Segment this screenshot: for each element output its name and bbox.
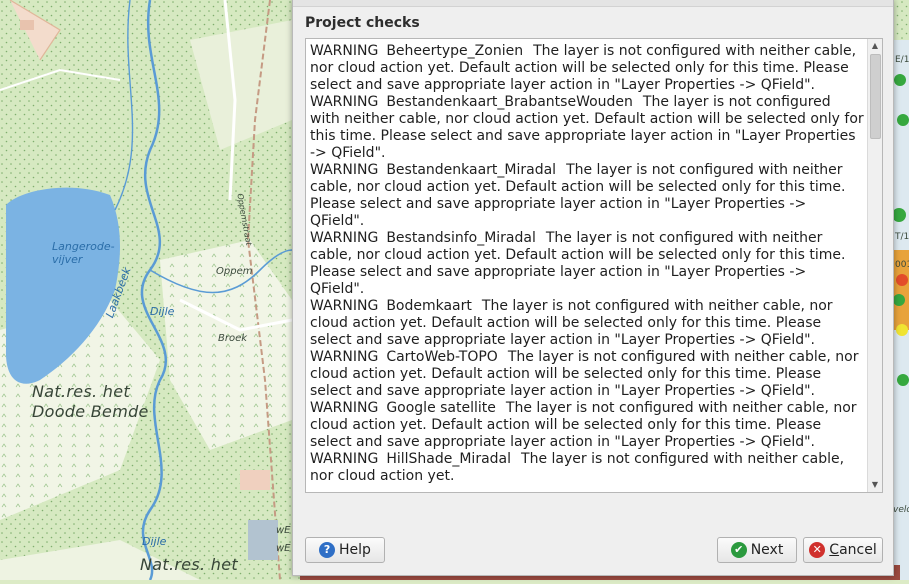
map-label-lake: Langerode- vijver bbox=[52, 240, 115, 266]
check-layer: Google satellite bbox=[386, 400, 496, 416]
check-entry: WARNING Bestandenkaart_BrabantseWouden The… bbox=[310, 94, 864, 162]
check-layer: CartoWeb-TOPO bbox=[386, 349, 498, 365]
check-level: WARNING bbox=[310, 230, 379, 246]
check-layer: Bodemkaart bbox=[386, 298, 472, 314]
check-entry: WARNING Beheertype_Zonien The layer is not… bbox=[310, 43, 864, 94]
help-button[interactable]: ? Help bbox=[305, 537, 385, 563]
check-entry: WARNING CartoWeb-TOPO The layer is not con… bbox=[310, 349, 864, 400]
check-level: WARNING bbox=[310, 162, 379, 178]
check-layer: HillShade_Miradal bbox=[386, 451, 512, 467]
check-entry: WARNING Bestandsinfo_Miradal The layer is … bbox=[310, 230, 864, 298]
check-entry: WARNING Bodemkaart The layer is not config… bbox=[310, 298, 864, 349]
map-label-dijle-2: Dijle bbox=[142, 535, 167, 548]
map-label-oppem: Oppem bbox=[216, 266, 253, 277]
help-icon: ? bbox=[319, 542, 336, 558]
check-level: WARNING bbox=[310, 451, 379, 467]
cancel-mnemonic: C bbox=[829, 542, 840, 558]
map-label-doode-bemde: Doode Bemde bbox=[32, 402, 149, 421]
cancel-icon: ✕ bbox=[809, 542, 826, 558]
map-label-edge-4: velo bbox=[893, 505, 909, 515]
map-label-edge-2: T/14 bbox=[895, 232, 909, 242]
map-label-natres-2: Nat.res. het bbox=[140, 555, 238, 574]
project-checks-content: WARNING Beheertype_Zonien The layer is not… bbox=[310, 43, 864, 485]
check-layer: Bestandenkaart_BrabantseWouden bbox=[386, 94, 633, 110]
help-button-label: Help bbox=[339, 542, 371, 558]
cancel-label-rest: ancel bbox=[839, 542, 877, 558]
package-for-qfield-dialog: Project checks WARNING Beheertype_Zonien T… bbox=[292, 0, 894, 576]
next-button-label: Next bbox=[750, 542, 784, 558]
section-title: Project checks bbox=[305, 15, 420, 31]
map-label-edge-3: 001 bbox=[895, 260, 909, 270]
check-level: WARNING bbox=[310, 298, 379, 314]
check-layer: Bestandenkaart_Miradal bbox=[386, 162, 557, 178]
scroll-down-arrow-icon[interactable]: ▼ bbox=[868, 478, 882, 492]
check-entry: WARNING HillShade_Miradal The layer is not… bbox=[310, 451, 864, 485]
map-label-we-2: wE bbox=[276, 543, 291, 554]
checks-scrollbar[interactable]: ▲ ▼ bbox=[867, 39, 882, 492]
scrollbar-thumb[interactable] bbox=[870, 54, 881, 139]
map-label-broek: Broek bbox=[218, 333, 248, 344]
check-icon: ✔ bbox=[730, 542, 747, 558]
map-label-natres-1: Nat.res. het bbox=[32, 382, 130, 401]
project-checks-log[interactable]: WARNING Beheertype_Zonien The layer is not… bbox=[305, 38, 883, 493]
check-level: WARNING bbox=[310, 94, 379, 110]
check-layer: Beheertype_Zonien bbox=[386, 43, 524, 59]
map-label-dijle-1: Dijle bbox=[150, 305, 175, 318]
check-level: WARNING bbox=[310, 43, 379, 59]
cancel-button-label: Cancel bbox=[829, 542, 876, 558]
check-entry: WARNING Google satellite The layer is not … bbox=[310, 400, 864, 451]
dialog-header-edge bbox=[293, 0, 893, 7]
check-level: WARNING bbox=[310, 400, 379, 416]
check-level: WARNING bbox=[310, 349, 379, 365]
check-entry: WARNING Bestandenkaart_Miradal The layer i… bbox=[310, 162, 864, 230]
map-label-we-1: wE bbox=[276, 525, 291, 536]
check-layer: Bestandsinfo_Miradal bbox=[386, 230, 536, 246]
map-label-edge-1: E/15 bbox=[895, 55, 909, 65]
next-button[interactable]: ✔ Next bbox=[717, 537, 797, 563]
cancel-button[interactable]: ✕ Cancel bbox=[803, 537, 883, 563]
scroll-up-arrow-icon[interactable]: ▲ bbox=[868, 39, 882, 53]
